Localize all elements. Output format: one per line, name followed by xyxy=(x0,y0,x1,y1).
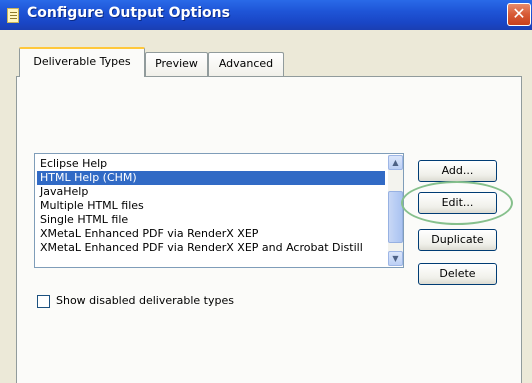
window-title: Configure Output Options xyxy=(27,5,230,21)
list-item-multiple-html[interactable]: Multiple HTML files xyxy=(37,199,385,213)
list-item-html-help[interactable]: HTML Help (CHM) xyxy=(37,171,385,185)
show-disabled-checkbox[interactable] xyxy=(37,295,50,308)
list-item-xmetal-pdf-xep-acrobat[interactable]: XMetaL Enhanced PDF via RenderX XEP and … xyxy=(37,241,385,255)
tab-deliverable-types[interactable]: Deliverable Types xyxy=(19,47,145,77)
deliverable-types-list[interactable]: Eclipse Help HTML Help (CHM) JavaHelp Mu… xyxy=(34,153,404,268)
highlight-ellipse xyxy=(401,181,513,225)
list-scrollbar[interactable]: ▲ ▼ xyxy=(388,155,403,266)
scroll-down-icon[interactable]: ▼ xyxy=(388,251,403,266)
scroll-up-icon[interactable]: ▲ xyxy=(388,155,403,170)
list-item-xmetal-pdf-xep[interactable]: XMetaL Enhanced PDF via RenderX XEP xyxy=(37,227,385,241)
close-button[interactable]: ✕ xyxy=(507,3,531,26)
title-bar[interactable]: Configure Output Options ✕ xyxy=(0,0,532,30)
list-item-single-html[interactable]: Single HTML file xyxy=(37,213,385,227)
configure-output-options-dialog: Configure Output Options ✕ Deliverable T… xyxy=(0,0,532,383)
document-icon xyxy=(7,8,19,23)
tab-advanced[interactable]: Advanced xyxy=(208,52,284,76)
show-disabled-label[interactable]: Show disabled deliverable types xyxy=(56,294,234,308)
delete-button[interactable]: Delete xyxy=(418,263,497,285)
tab-preview[interactable]: Preview xyxy=(145,52,208,76)
duplicate-button[interactable]: Duplicate xyxy=(418,229,497,251)
list-item-javahelp[interactable]: JavaHelp xyxy=(37,185,385,199)
list-item-eclipse-help[interactable]: Eclipse Help xyxy=(37,157,385,171)
add-button[interactable]: Add... xyxy=(418,160,497,182)
